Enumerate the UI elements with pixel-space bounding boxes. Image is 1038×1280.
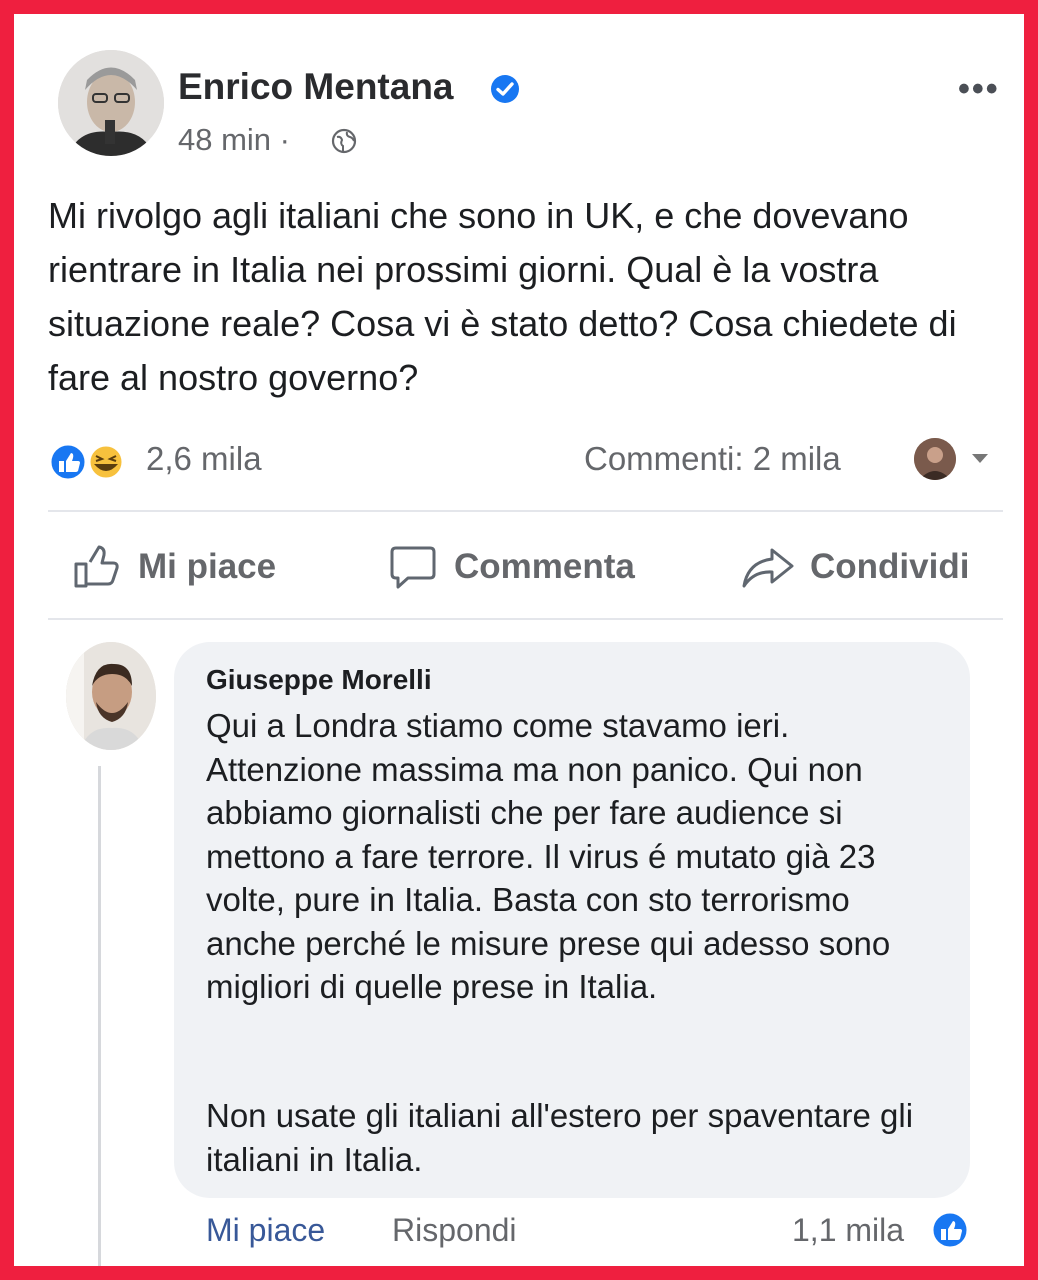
reactions-count[interactable]: 2,6 mila [146, 440, 262, 478]
comment-bubble-icon [390, 546, 436, 589]
divider [48, 510, 1003, 512]
comment-button[interactable]: Commenta [386, 544, 635, 590]
share-arrow-icon [742, 548, 794, 588]
chevron-down-icon[interactable] [972, 454, 988, 463]
share-button-label: Condividi [810, 547, 970, 586]
comments-count[interactable]: Commenti: 2 mila [584, 440, 841, 478]
verified-badge-icon [491, 75, 519, 103]
reaction-icons[interactable] [48, 442, 138, 482]
post-text: Mi rivolgo agli italiani che sono in UK,… [48, 195, 957, 398]
like-reaction-icon [930, 1210, 970, 1250]
comment-author-name[interactable]: Giuseppe Morelli [206, 664, 432, 696]
comment-text: Qui a Londra stiamo come stavamo ieri. A… [206, 707, 891, 1005]
author-avatar[interactable] [58, 50, 164, 156]
comment-reply-link[interactable]: Rispondi [392, 1212, 517, 1249]
haha-reaction-icon [87, 443, 125, 481]
more-options-icon[interactable]: ••• [958, 70, 1000, 109]
share-button[interactable]: Condividi [740, 544, 969, 590]
like-button[interactable]: Mi piace [72, 544, 276, 590]
comment-like-link[interactable]: Mi piace [206, 1212, 325, 1249]
comment-likes-count[interactable]: 1,1 mila [792, 1212, 904, 1249]
commenter-mini-avatar[interactable] [914, 438, 956, 480]
globe-icon [331, 128, 357, 154]
post-author-name[interactable]: Enrico Mentana [178, 66, 454, 108]
comment-button-label: Commenta [454, 547, 635, 586]
thread-line [98, 766, 101, 1266]
post-timestamp[interactable]: 48 min · [178, 122, 290, 158]
like-button-label: Mi piace [138, 547, 277, 586]
divider [48, 618, 1003, 620]
post-card: Enrico Mentana 48 min · ••• Mi rivolgo a… [14, 14, 1024, 1266]
commenter-avatar[interactable] [66, 642, 156, 750]
comment-text-second-paragraph: Non usate gli italiani all'estero per sp… [206, 1097, 914, 1178]
thumbs-up-icon [74, 545, 119, 588]
like-reaction-icon [48, 442, 88, 482]
